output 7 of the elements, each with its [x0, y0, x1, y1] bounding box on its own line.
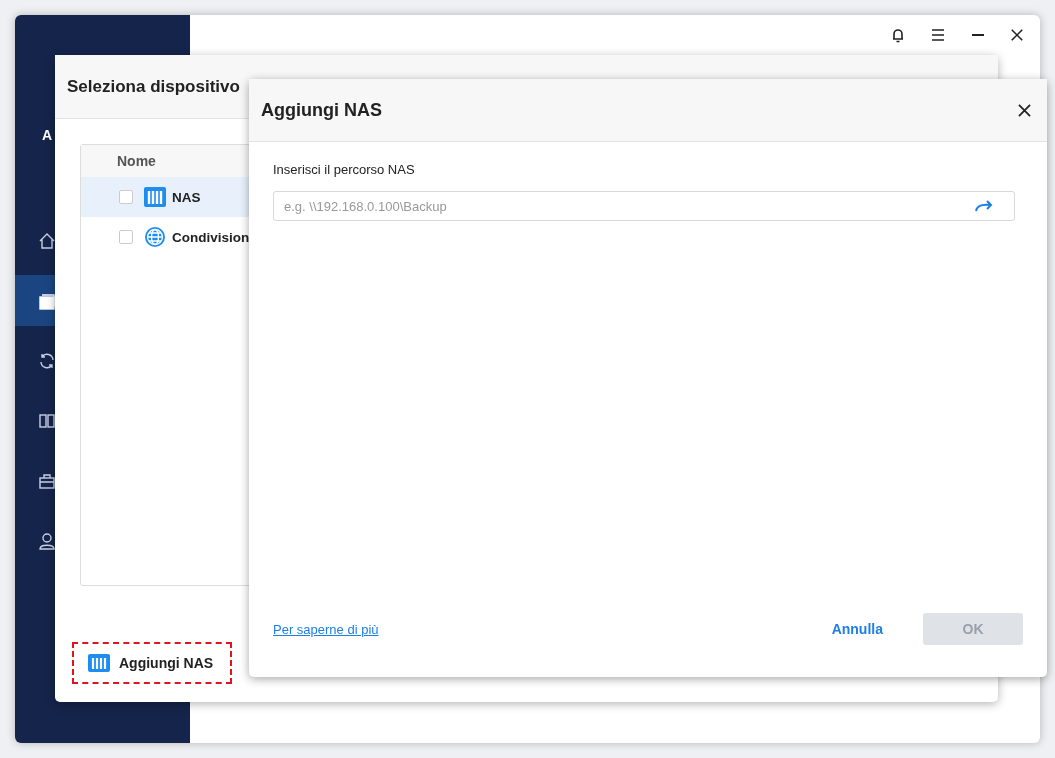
dialog-title: Seleziona dispositivo [67, 76, 240, 97]
column-header: Nome [117, 153, 156, 169]
dialog-title: Aggiungi NAS [261, 99, 382, 121]
device-name: NAS [172, 189, 201, 205]
field-label: Inserisci il percorso NAS [273, 162, 416, 177]
logo-text: A [42, 127, 54, 143]
device-name: Condivision [172, 229, 250, 245]
